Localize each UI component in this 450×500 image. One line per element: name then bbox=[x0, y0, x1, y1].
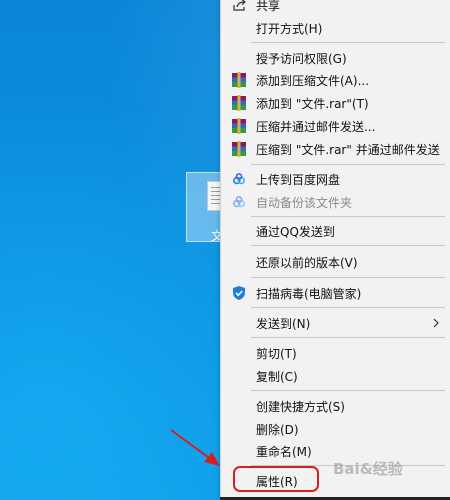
menu-item-label: 上传到百度网盘 bbox=[256, 172, 341, 187]
menu-item-label: 打开方式(H) bbox=[256, 21, 323, 36]
menu-item-label: 发送到(N) bbox=[256, 316, 311, 331]
menu-item-scan-virus[interactable]: 扫描病毒(电脑管家) bbox=[221, 282, 450, 304]
context-menu: 共享 打开方式(H) 授予访问权限(G) 添加到压缩文件(A)... 添加到 "… bbox=[220, 0, 450, 500]
chevron-right-icon bbox=[433, 318, 439, 328]
winrar-icon bbox=[232, 95, 246, 111]
menu-item-add-to-rar[interactable]: 添加到 "文件.rar"(T) bbox=[221, 92, 450, 114]
menu-item-copy[interactable]: 复制(C) bbox=[221, 365, 450, 387]
menu-item-auto-backup: 自动备份该文件夹 bbox=[221, 191, 450, 213]
menu-item-create-shortcut[interactable]: 创建快捷方式(S) bbox=[221, 395, 450, 417]
menu-item-label: 添加到 "文件.rar"(T) bbox=[256, 96, 369, 111]
winrar-icon bbox=[232, 141, 246, 157]
menu-item-label: 删除(D) bbox=[256, 422, 299, 437]
menu-item-label: 复制(C) bbox=[256, 369, 298, 384]
menu-item-label: 压缩到 "文件.rar" 并通过邮件发送 bbox=[256, 142, 440, 157]
baidu-netdisk-icon bbox=[232, 195, 246, 209]
menu-item-add-to-archive[interactable]: 添加到压缩文件(A)... bbox=[221, 69, 450, 91]
annotation-highlight-box bbox=[233, 466, 319, 492]
menu-item-grant-access[interactable]: 授予访问权限(G) bbox=[221, 47, 450, 69]
menu-separator bbox=[251, 42, 445, 43]
menu-separator bbox=[251, 307, 445, 308]
menu-item-label: 添加到压缩文件(A)... bbox=[256, 73, 370, 88]
menu-separator bbox=[251, 337, 445, 338]
baidu-netdisk-icon bbox=[232, 172, 246, 186]
menu-item-label: 共享 bbox=[256, 0, 281, 13]
menu-separator bbox=[251, 164, 445, 165]
menu-item-send-via-qq[interactable]: 通过QQ发送到 bbox=[221, 220, 450, 242]
menu-item-label: 授予访问权限(G) bbox=[256, 51, 347, 66]
menu-item-delete[interactable]: 删除(D) bbox=[221, 418, 450, 440]
menu-item-compress-to-rar-and-email[interactable]: 压缩到 "文件.rar" 并通过邮件发送 bbox=[221, 138, 450, 160]
menu-item-share[interactable]: 共享 bbox=[221, 0, 450, 16]
menu-item-label: 创建快捷方式(S) bbox=[256, 399, 345, 414]
menu-item-label: 剪切(T) bbox=[256, 346, 297, 361]
menu-item-cut[interactable]: 剪切(T) bbox=[221, 342, 450, 364]
menu-item-label: 重命名(M) bbox=[256, 444, 312, 459]
menu-item-label: 压缩并通过邮件发送... bbox=[256, 119, 376, 134]
watermark-text: Bai&经验 bbox=[333, 460, 403, 478]
menu-item-label: 扫描病毒(电脑管家) bbox=[256, 286, 362, 301]
menu-item-open-with[interactable]: 打开方式(H) bbox=[221, 17, 450, 39]
menu-separator bbox=[251, 390, 445, 391]
shield-icon bbox=[233, 286, 245, 300]
share-icon bbox=[233, 0, 246, 11]
menu-item-label: 通过QQ发送到 bbox=[256, 224, 335, 239]
menu-item-label: 还原以前的版本(V) bbox=[256, 255, 358, 270]
winrar-icon bbox=[232, 118, 246, 134]
menu-separator bbox=[251, 277, 445, 278]
menu-item-send-to[interactable]: 发送到(N) bbox=[221, 312, 450, 334]
menu-item-restore-previous[interactable]: 还原以前的版本(V) bbox=[221, 251, 450, 273]
winrar-icon bbox=[232, 72, 246, 88]
menu-separator bbox=[251, 245, 445, 246]
menu-separator bbox=[251, 216, 445, 217]
menu-item-compress-and-email[interactable]: 压缩并通过邮件发送... bbox=[221, 115, 450, 137]
menu-item-upload-baidu[interactable]: 上传到百度网盘 bbox=[221, 168, 450, 190]
menu-item-label: 自动备份该文件夹 bbox=[256, 195, 353, 210]
